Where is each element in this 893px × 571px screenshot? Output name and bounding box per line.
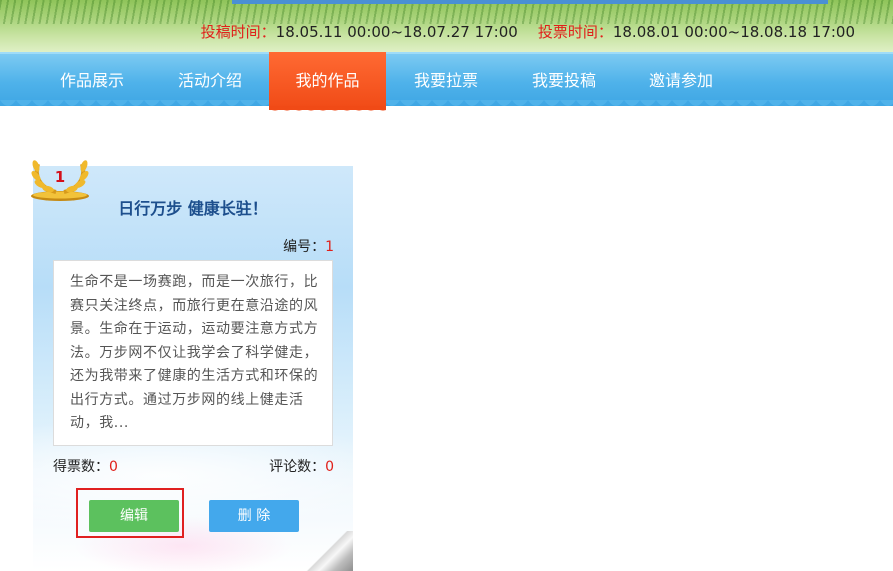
nav-item-label: 我的作品 [295, 71, 360, 90]
vote-count-value: 0 [109, 459, 118, 475]
edit-highlight-box [76, 488, 184, 538]
nav-item-invite[interactable]: 邀请参加 [623, 52, 739, 104]
schedule-line: 投稿时间：18.05.11 00:00~18.07.27 17:00 投票时间：1… [201, 21, 855, 42]
nav-item-submit[interactable]: 我要投稿 [506, 52, 622, 104]
entry-id-label: 编号： [283, 239, 326, 255]
nav-item-label: 邀请参加 [648, 71, 713, 90]
banner-sky-strip [232, 0, 828, 4]
comment-count-label: 评论数： [269, 459, 326, 475]
nav-item-canvass-votes[interactable]: 我要拉票 [388, 52, 504, 104]
vote-time-label: 投票时间： [537, 23, 613, 41]
submit-time-label: 投稿时间： [200, 23, 276, 41]
nav-item-my-works[interactable]: 我的作品 [269, 52, 386, 116]
vote-time-range: 18.08.01 00:00~18.08.18 17:00 [612, 23, 855, 41]
entry-id-value: 1 [325, 239, 334, 255]
nav-item-label: 活动介绍 [177, 71, 242, 90]
nav-item-label: 我要投稿 [531, 71, 596, 90]
page-curl-decoration [303, 531, 353, 571]
comment-count-value: 0 [325, 459, 334, 475]
entry-description: 生命不是一场赛跑，而是一次旅行，比赛只关注终点，而旅行更在意沿途的风景。生命在于… [53, 260, 333, 446]
vote-count: 得票数：0 [53, 456, 118, 476]
entry-title: 日行万步 健康长驻！ [118, 199, 268, 218]
nav-item-about[interactable]: 活动介绍 [152, 52, 268, 104]
nav-item-label: 作品展示 [59, 71, 124, 90]
nav-item-label: 我要拉票 [413, 71, 478, 90]
submit-time-range: 18.05.11 00:00~18.07.27 17:00 [275, 23, 518, 41]
nav-item-showcase[interactable]: 作品展示 [34, 52, 150, 104]
rank-number: 1 [54, 168, 66, 186]
comment-count: 评论数：0 [269, 456, 334, 476]
vote-count-label: 得票数： [53, 459, 109, 475]
entry-id: 编号：1 [283, 236, 334, 256]
delete-button[interactable]: 删 除 [209, 500, 299, 532]
